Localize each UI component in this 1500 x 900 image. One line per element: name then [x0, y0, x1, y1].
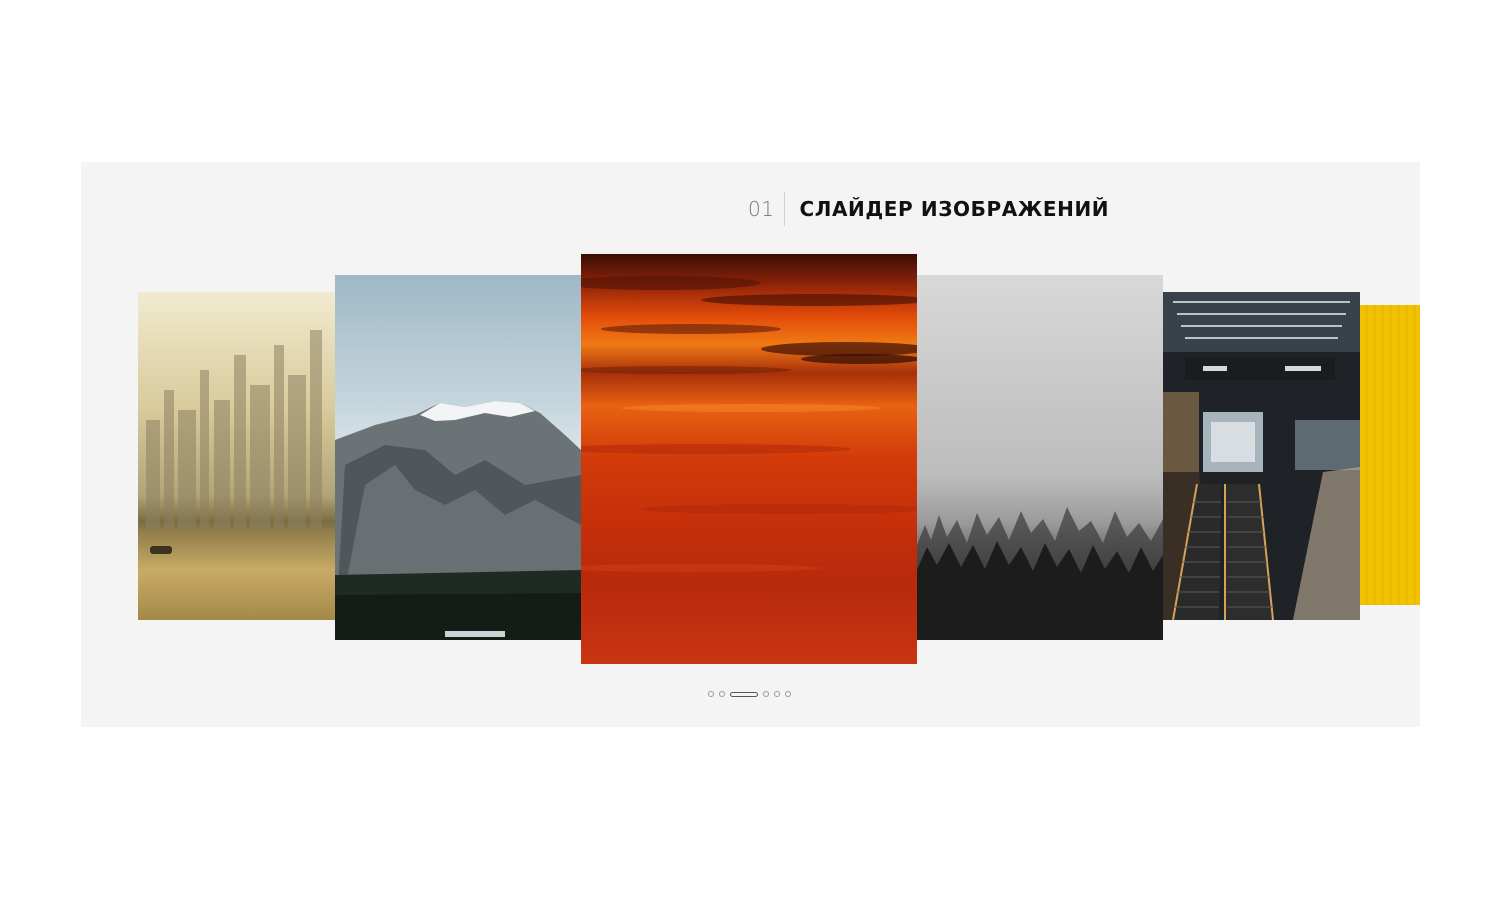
pagination-dot-active[interactable] [730, 691, 758, 697]
slide-hazy-city[interactable] [138, 292, 335, 620]
section-number: 01 [748, 197, 775, 221]
pagination-dot[interactable] [785, 691, 791, 697]
section-heading: 01 СЛАЙДЕР ИЗОБРАЖЕНИЙ [748, 192, 1109, 226]
slide-red-sunset[interactable] [581, 254, 917, 664]
pagination-dot[interactable] [774, 691, 780, 697]
slide-snowy-mountain[interactable] [335, 275, 581, 640]
slide-yellow-wall[interactable] [1360, 305, 1420, 605]
slide-station-escalators[interactable] [1163, 292, 1360, 620]
slide-misty-forest[interactable] [917, 275, 1163, 640]
pagination-dot[interactable] [719, 691, 725, 697]
pagination-dot[interactable] [763, 691, 769, 697]
section-title: СЛАЙДЕР ИЗОБРАЖЕНИЙ [799, 197, 1110, 221]
slider-pagination [708, 690, 791, 698]
pagination-dot[interactable] [708, 691, 714, 697]
